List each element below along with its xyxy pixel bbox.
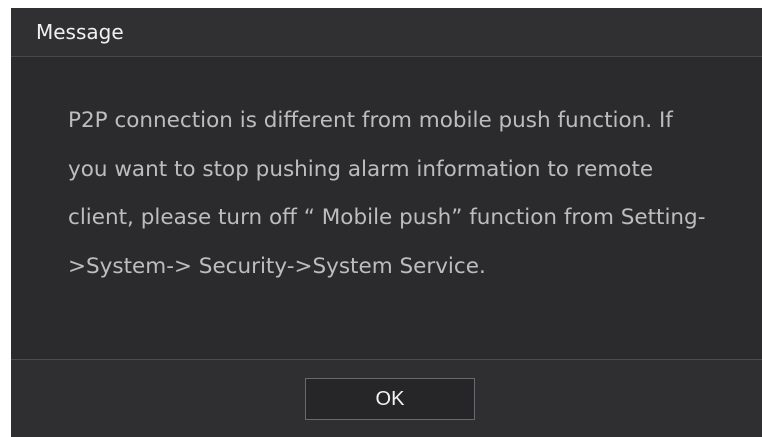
message-dialog: Message P2P connection is different from…: [11, 8, 762, 437]
ok-button[interactable]: OK: [305, 378, 475, 420]
dialog-footer: OK: [11, 359, 762, 437]
dialog-message: P2P connection is different from mobile …: [68, 108, 706, 279]
dialog-title: Message: [36, 20, 124, 44]
dialog-titlebar: Message: [11, 8, 762, 57]
dialog-body: P2P connection is different from mobile …: [11, 57, 762, 359]
